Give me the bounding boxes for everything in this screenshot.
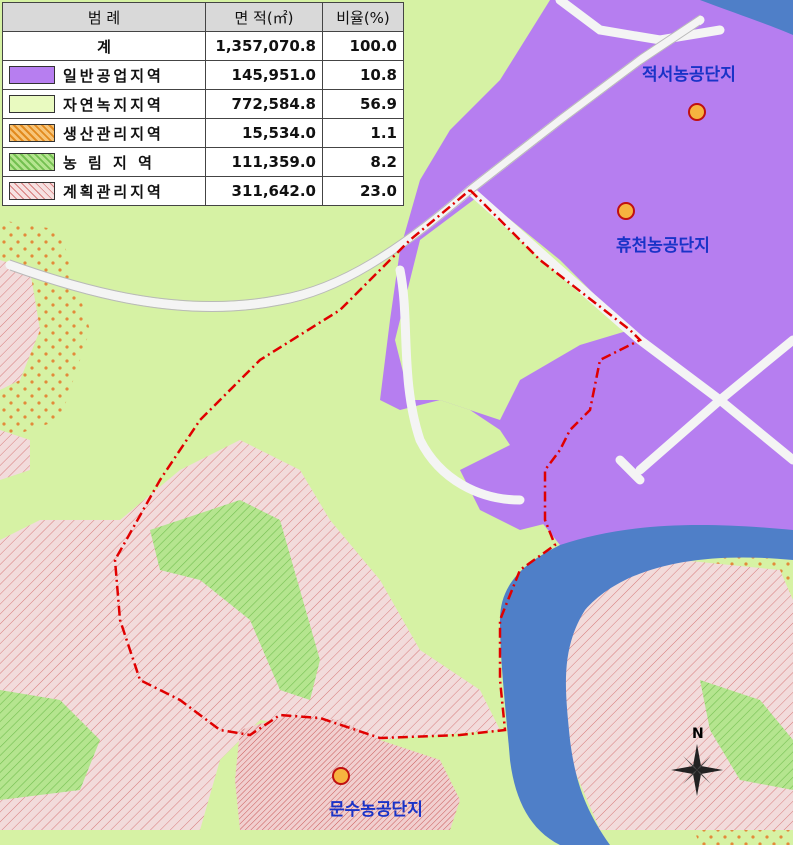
legend-row-label: 농 림 지 역 [63, 153, 155, 172]
legend-row: 농 림 지 역 111,359.0 8.2 [2, 147, 404, 177]
legend-header-ratio: 비율(%) [322, 2, 404, 32]
legend-row-ratio: 8.2 [322, 147, 404, 177]
legend-row-area: 311,642.0 [205, 176, 323, 206]
legend-row-area: 15,534.0 [205, 118, 323, 148]
legend-swatch-natural-green [9, 95, 55, 113]
legend-row-ratio: 1.1 [322, 118, 404, 148]
hyucheon-complex-marker [617, 202, 635, 220]
munsu-complex-label: 문수농공단지 [329, 800, 423, 820]
legend-row-area: 145,951.0 [205, 60, 323, 90]
legend-row: 일반공업지역 145,951.0 10.8 [2, 60, 404, 90]
hyucheon-complex-label: 휴천농공단지 [616, 235, 710, 256]
north-label: N [692, 726, 704, 742]
legend-swatch-agri-forest [9, 153, 55, 171]
legend-swatch-planned-management [9, 182, 55, 200]
munsu-complex-marker [332, 767, 350, 785]
legend-row-area: 772,584.8 [205, 89, 323, 119]
legend-total-label: 계 [2, 31, 206, 61]
legend-row-ratio: 56.9 [322, 89, 404, 119]
jeokseo-complex-label: 적서농공단지 [642, 65, 736, 85]
legend-header-area: 면 적(㎡) [205, 2, 323, 32]
legend-row-label: 일반공업지역 [63, 66, 164, 85]
legend-header-row: 범 례 면 적(㎡) 비율(%) [2, 2, 404, 32]
legend-total-area: 1,357,070.8 [205, 31, 323, 61]
legend-total-row: 계 1,357,070.8 100.0 [2, 31, 404, 61]
legend-row-label: 자연녹지지역 [63, 95, 164, 114]
legend-row-ratio: 23.0 [322, 176, 404, 206]
legend-row-label: 생산관리지역 [63, 124, 164, 143]
legend-total-ratio: 100.0 [322, 31, 404, 61]
legend-row: 계획관리지역 311,642.0 23.0 [2, 176, 404, 206]
jeokseo-complex-marker [688, 103, 706, 121]
legend-table: 범 례 면 적(㎡) 비율(%) 계 1,357,070.8 100.0 일반공… [2, 2, 404, 206]
legend-row-ratio: 10.8 [322, 60, 404, 90]
legend-row-area: 111,359.0 [205, 147, 323, 177]
legend-swatch-industrial [9, 66, 55, 84]
legend-row-label: 계획관리지역 [63, 182, 164, 201]
legend-row: 생산관리지역 15,534.0 1.1 [2, 118, 404, 148]
legend-header-category: 범 례 [2, 2, 206, 32]
legend-row: 자연녹지지역 772,584.8 56.9 [2, 89, 404, 119]
legend-swatch-production-management [9, 124, 55, 142]
